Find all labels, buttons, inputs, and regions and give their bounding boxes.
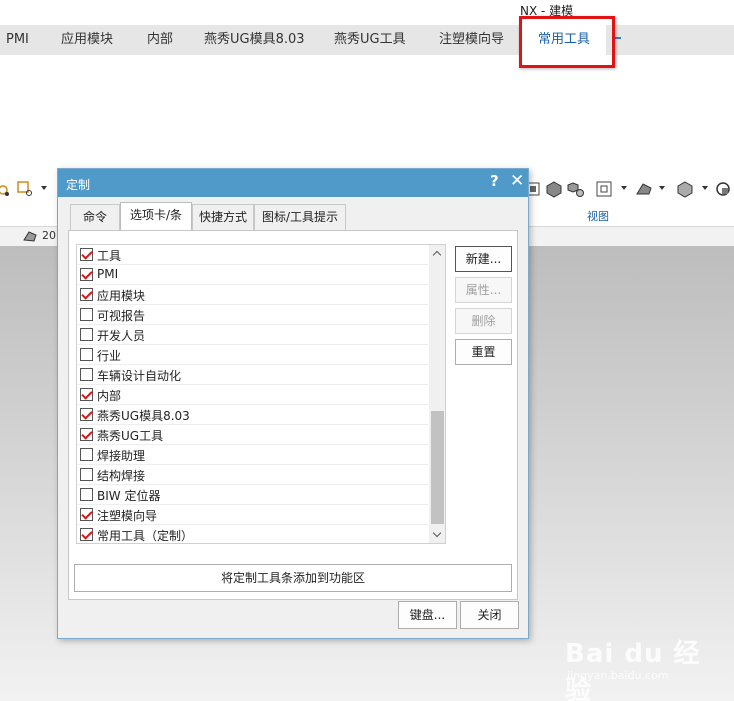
list-item[interactable]: 可视报告 (77, 305, 428, 325)
checkbox[interactable] (80, 508, 93, 521)
list-item[interactable]: 常用工具（定制） (77, 525, 428, 543)
checkbox[interactable] (80, 408, 93, 421)
chevron-down-icon[interactable] (621, 186, 627, 190)
checkbox[interactable] (80, 268, 93, 281)
cube-group-icon[interactable] (567, 180, 585, 198)
delete-button: 删除 (455, 308, 512, 334)
keyboard-button[interactable]: 键盘... (398, 601, 457, 629)
edit-object-display-icon[interactable] (714, 180, 732, 198)
dialog-title: 定制 (66, 178, 91, 192)
tab-pmi[interactable]: PMI (6, 25, 29, 55)
list-item-label: 焊接助理 (97, 449, 146, 463)
section-view-icon[interactable] (635, 180, 653, 198)
scroll-down-icon[interactable] (429, 526, 445, 543)
tab-shortcuts[interactable]: 快捷方式 (192, 204, 254, 230)
list-item[interactable]: 结构焊接 (77, 465, 428, 485)
list-scrollbar[interactable] (429, 245, 445, 543)
checkbox[interactable] (80, 368, 93, 381)
scroll-thumb[interactable] (431, 411, 444, 524)
list-item[interactable]: 工具 (77, 245, 428, 265)
tab-commands[interactable]: 命令 (70, 204, 120, 230)
fit-view-icon[interactable] (595, 180, 613, 198)
checkbox[interactable] (80, 308, 93, 321)
close-button[interactable]: 关闭 (460, 601, 519, 629)
chevron-down-icon[interactable] (702, 186, 708, 190)
shaded-cube-icon[interactable] (545, 180, 563, 198)
baidu-watermark: Bai du 经验 jingyan.baidu.com (565, 625, 725, 701)
list-item[interactable]: 焊接助理 (77, 445, 428, 465)
ribbon-toolbar-right (525, 180, 734, 202)
list-item[interactable]: 燕秀UG模具8.03 (77, 405, 428, 425)
tabs-bars-panel: 工具 PMI 应用模块可视报告开发人员行业车辆设计自动化 内部燕秀UG模具8.03 燕秀… (68, 230, 518, 600)
render-style-icon[interactable] (676, 180, 694, 198)
status-number: 20 (42, 229, 56, 242)
checkbox[interactable] (80, 348, 93, 361)
list-item[interactable]: 燕秀UG工具 (77, 425, 428, 445)
list-item-label: 结构焊接 (97, 469, 146, 483)
list-item[interactable]: PMI (77, 265, 428, 285)
checkbox[interactable] (80, 288, 93, 301)
list-item[interactable]: 注塑模向导 (77, 505, 428, 525)
list-item-label: BIW 定位器 (97, 489, 161, 503)
highlight-box (519, 16, 615, 68)
watermark-brand: Bai du 经验 (565, 639, 701, 701)
list-item[interactable]: 内部 (77, 385, 428, 405)
list-item-label: 燕秀UG模具8.03 (97, 409, 190, 423)
list-item[interactable]: 行业 (77, 345, 428, 365)
checkbox[interactable] (80, 388, 93, 401)
scroll-up-icon[interactable] (429, 245, 445, 262)
ribbon-tab-strip: PMI 应用模块 内部 燕秀UG模具8.03 燕秀UG工具 注塑模向导 常用工具 (0, 25, 734, 55)
list-item[interactable]: 车辆设计自动化 (77, 365, 428, 385)
part-icon (23, 231, 37, 242)
toolbar-list[interactable]: 工具 PMI 应用模块可视报告开发人员行业车辆设计自动化 内部燕秀UG模具8.03 燕秀… (76, 244, 446, 544)
checkbox[interactable] (80, 468, 93, 481)
tab-internal[interactable]: 内部 (147, 25, 173, 55)
help-icon[interactable]: ? (490, 172, 499, 190)
toolbar-list-items: 工具 PMI 应用模块可视报告开发人员行业车辆设计自动化 内部燕秀UG模具8.03 燕秀… (77, 245, 428, 543)
customize-dialog: 定制 ? ✕ 命令 选项卡/条 快捷方式 图标/工具提示 工具 PMI 应用模块可视… (57, 168, 529, 639)
reset-button[interactable]: 重置 (455, 339, 512, 365)
list-item-label: 应用模块 (97, 289, 146, 303)
checkbox[interactable] (80, 428, 93, 441)
list-item-label: PMI (97, 267, 119, 281)
list-item-label: 常用工具（定制） (97, 529, 194, 543)
ribbon-group-label: 视图 (587, 210, 609, 223)
list-item[interactable]: 应用模块 (77, 285, 428, 305)
tab-application[interactable]: 应用模块 (61, 25, 113, 55)
list-item-label: 工具 (97, 249, 122, 263)
new-button[interactable]: 新建... (455, 246, 512, 272)
list-item-label: 内部 (97, 389, 122, 403)
add-to-ribbon-button[interactable]: 将定制工具条添加到功能区 (74, 564, 512, 592)
sketch-point-icon[interactable] (0, 180, 12, 198)
tab-mold-wizard[interactable]: 注塑模向导 (439, 25, 504, 55)
datum-icon[interactable] (16, 180, 34, 198)
chevron-down-icon[interactable] (659, 186, 665, 190)
checkbox[interactable] (80, 328, 93, 341)
list-item-label: 开发人员 (97, 329, 146, 343)
tab-yanxiu-tools[interactable]: 燕秀UG工具 (334, 25, 406, 55)
list-item-label: 可视报告 (97, 309, 146, 323)
tab-tabs-bars[interactable]: 选项卡/条 (120, 202, 192, 230)
checkbox[interactable] (80, 248, 93, 261)
list-item-label: 注塑模向导 (97, 509, 158, 523)
list-item-label: 燕秀UG工具 (97, 429, 164, 443)
list-item[interactable]: BIW 定位器 (77, 485, 428, 505)
properties-button: 属性... (455, 277, 512, 303)
watermark-url: jingyan.baidu.com (567, 669, 669, 682)
checkbox[interactable] (80, 448, 93, 461)
close-icon[interactable]: ✕ (510, 171, 524, 191)
list-item-label: 行业 (97, 349, 122, 363)
tab-icons-tooltips[interactable]: 图标/工具提示 (254, 204, 346, 230)
checkbox[interactable] (80, 528, 93, 541)
chevron-down-icon[interactable] (41, 186, 47, 190)
list-item-label: 车辆设计自动化 (97, 369, 182, 383)
dialog-titlebar[interactable]: 定制 ? ✕ (58, 169, 528, 197)
list-item[interactable]: 开发人员 (77, 325, 428, 345)
checkbox[interactable] (80, 488, 93, 501)
tab-yanxiu-mold[interactable]: 燕秀UG模具8.03 (204, 25, 305, 55)
